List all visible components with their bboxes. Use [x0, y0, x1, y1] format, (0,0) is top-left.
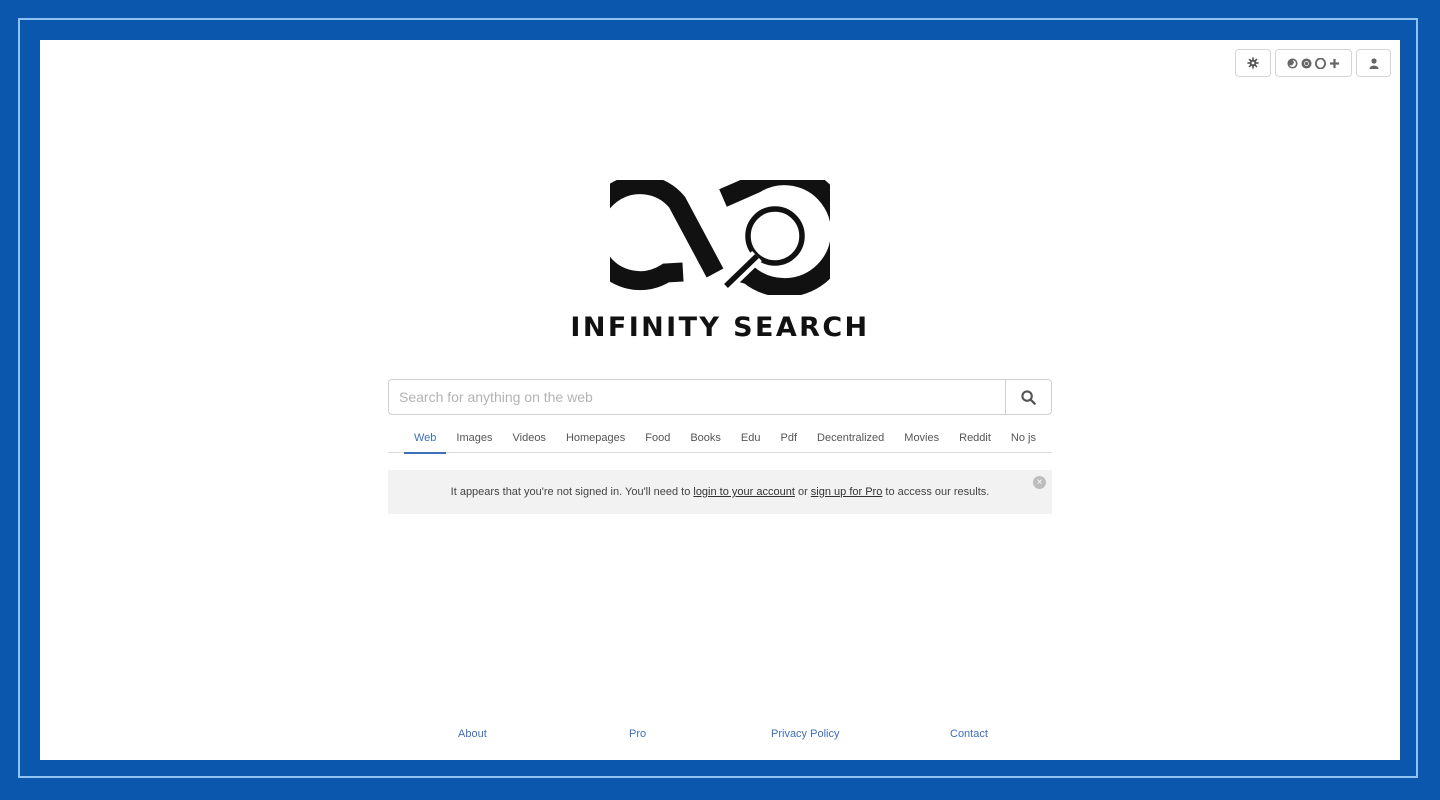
tab-pdf[interactable]: Pdf — [771, 426, 808, 452]
tab-homepages[interactable]: Homepages — [556, 426, 635, 452]
brand-title: INFINITY SEARCH — [570, 312, 870, 343]
tab-images[interactable]: Images — [446, 426, 502, 452]
top-toolbar — [1235, 49, 1391, 77]
tab-videos[interactable]: Videos — [503, 426, 556, 452]
notice-text-after: to access our results. — [882, 486, 990, 498]
user-icon — [1369, 57, 1378, 69]
close-icon[interactable]: × — [1033, 476, 1046, 489]
footer-about-link[interactable]: About — [458, 728, 487, 740]
search-category-tabs: Web Images Videos Homepages Food Books E… — [388, 426, 1052, 454]
search-bar — [388, 379, 1052, 415]
notice-text-before: It appears that you're not signed in. Yo… — [450, 486, 694, 498]
gear-icon — [1247, 57, 1259, 69]
opera-icon — [1315, 57, 1326, 69]
sign-in-notice: It appears that you're not signed in. Yo… — [388, 470, 1052, 514]
page: INFINITY SEARCH Web Images Videos Homepa… — [40, 40, 1400, 760]
search-button[interactable] — [1005, 380, 1051, 414]
login-link[interactable]: login to your account — [693, 486, 795, 498]
tab-food[interactable]: Food — [635, 426, 680, 452]
plus-icon — [1329, 58, 1340, 68]
footer-privacy-link[interactable]: Privacy Policy — [771, 728, 839, 740]
tab-movies[interactable]: Movies — [894, 426, 949, 452]
tab-web[interactable]: Web — [404, 426, 447, 454]
chrome-icon — [1301, 57, 1312, 69]
tab-edu[interactable]: Edu — [731, 426, 771, 452]
tab-books[interactable]: Books — [680, 426, 731, 452]
notice-text-mid: or — [794, 486, 811, 498]
account-button[interactable] — [1356, 49, 1391, 77]
tab-reddit[interactable]: Reddit — [949, 426, 1001, 452]
footer-pro-link[interactable]: Pro — [629, 728, 646, 740]
tab-no-js[interactable]: No js — [1001, 426, 1046, 452]
browser-extensions-button[interactable] — [1275, 49, 1352, 77]
firefox-icon — [1287, 57, 1298, 69]
settings-button[interactable] — [1235, 49, 1271, 77]
tab-decentralized[interactable]: Decentralized — [807, 426, 894, 452]
search-icon — [1021, 389, 1036, 405]
signup-pro-link[interactable]: sign up for Pro — [811, 486, 883, 498]
infinity-search-logo — [610, 180, 830, 295]
footer-contact-link[interactable]: Contact — [950, 728, 988, 740]
search-input[interactable] — [389, 380, 1005, 414]
